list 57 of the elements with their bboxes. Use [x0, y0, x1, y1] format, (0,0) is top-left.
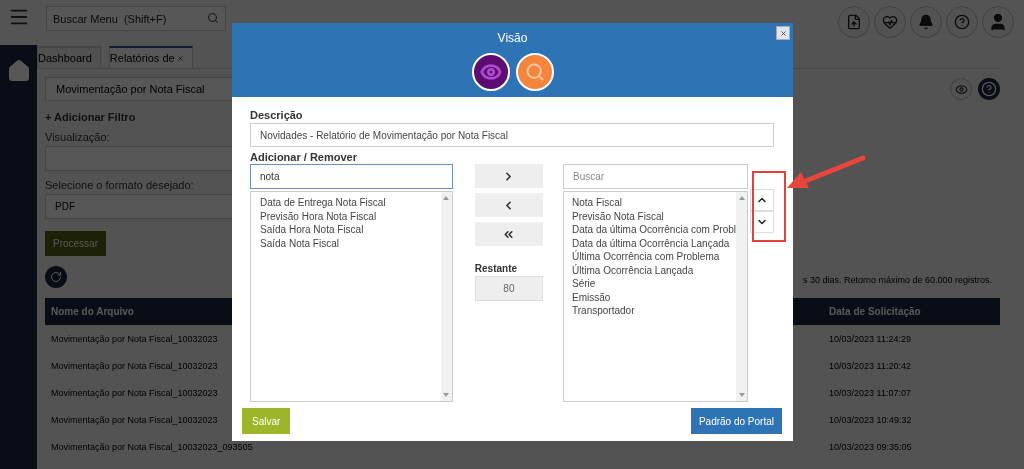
search-field[interactable]: Buscar [563, 164, 748, 189]
scrollbar[interactable] [736, 192, 747, 401]
table-cell: Movimentação por Nota Fiscal_10032023 [51, 360, 218, 371]
move-up-button[interactable] [750, 189, 774, 211]
list-item[interactable]: Nota Fiscal [572, 196, 623, 210]
search-field[interactable]: Buscar Menu (Shift+F) [46, 6, 226, 31]
table-cell: Movimentação por Nota Fiscal_10032023 [51, 387, 218, 398]
description-field[interactable]: Novidades - Relatório de Movimentação por Nota Fiscal [250, 123, 774, 147]
table-cell: 10/03/2023 10:49:32 [829, 414, 912, 425]
list-item[interactable]: Transportador [572, 304, 635, 318]
list-item[interactable]: Previsão Hora Nota Fiscal [260, 209, 377, 223]
field-label: Selecione o formato desejado: [45, 179, 194, 191]
search-icon[interactable] [515, 53, 554, 91]
scroll-down-icon[interactable] [443, 393, 450, 397]
field-label: Visualização: [45, 131, 110, 143]
scroll-up-icon[interactable] [443, 196, 450, 200]
bell-icon[interactable] [910, 6, 942, 38]
notice-text: s 30 dias. Retorno máximo de 60.000 registros. [802, 275, 992, 285]
scroll-down-icon[interactable] [738, 393, 745, 397]
table-cell: 10/03/2023 11:20:42 [829, 360, 911, 371]
list-item[interactable]: Data da última Ocorrência Lançada [572, 236, 730, 250]
help-icon[interactable] [978, 78, 1000, 100]
remaining-label: Restante [474, 263, 518, 274]
list-item[interactable]: Última Ocorrência Lançada [572, 263, 694, 277]
list-item[interactable]: Emissão [572, 290, 611, 304]
field-label: Adicionar / Remover [250, 151, 357, 163]
scrollbar[interactable] [440, 192, 452, 401]
move-down-button[interactable] [750, 211, 774, 233]
list-item[interactable]: Previsão Nota Fiscal [572, 209, 664, 223]
table-cell: 10/03/2023 11:07:07 [829, 387, 911, 398]
search-icon[interactable] [207, 12, 219, 24]
table-cell: Movimentação por Nota Fiscal_10032023 [51, 333, 218, 344]
field-label: Descrição [250, 109, 303, 121]
table-cell: 10/03/2023 09:35:05 [829, 441, 912, 452]
dialog-title: Visão [497, 31, 528, 45]
list-item[interactable]: Série [572, 277, 596, 291]
list-item[interactable]: Data da última Ocorrência com Probl [572, 223, 736, 237]
refresh-icon[interactable] [45, 266, 67, 288]
help-icon[interactable] [946, 6, 978, 38]
file-upload-icon[interactable] [838, 6, 870, 38]
list-item[interactable]: Data de Entrega Nota Fiscal [260, 196, 386, 210]
remaining-field[interactable]: 80 [474, 276, 544, 301]
portal-default-button[interactable]: Padrão do Portal [690, 408, 782, 434]
table-cell: Movimentação por Nota Fiscal_10032023_093505 [51, 441, 253, 452]
highlight-frame [752, 171, 786, 242]
table-cell: 10/03/2023 11:24:29 [829, 333, 911, 344]
table-cell: Movimentação por Nota Fiscal_10032023 [51, 414, 218, 425]
column-header: Data de Solicitação [829, 306, 921, 317]
scroll-up-icon[interactable] [738, 196, 745, 200]
list-item[interactable]: Saída Hora Nota Fiscal [260, 223, 364, 237]
user-avatar[interactable] [982, 6, 1014, 38]
list-item[interactable]: Saída Nota Fiscal [260, 236, 339, 250]
home-icon[interactable] [6, 59, 31, 83]
filter-field[interactable]: nota [250, 164, 453, 189]
list-item[interactable]: Última Ocorrência com Problema [572, 250, 720, 264]
heart-pulse-icon[interactable] [874, 6, 906, 38]
column-header: Nome do Arquivo [51, 306, 134, 317]
